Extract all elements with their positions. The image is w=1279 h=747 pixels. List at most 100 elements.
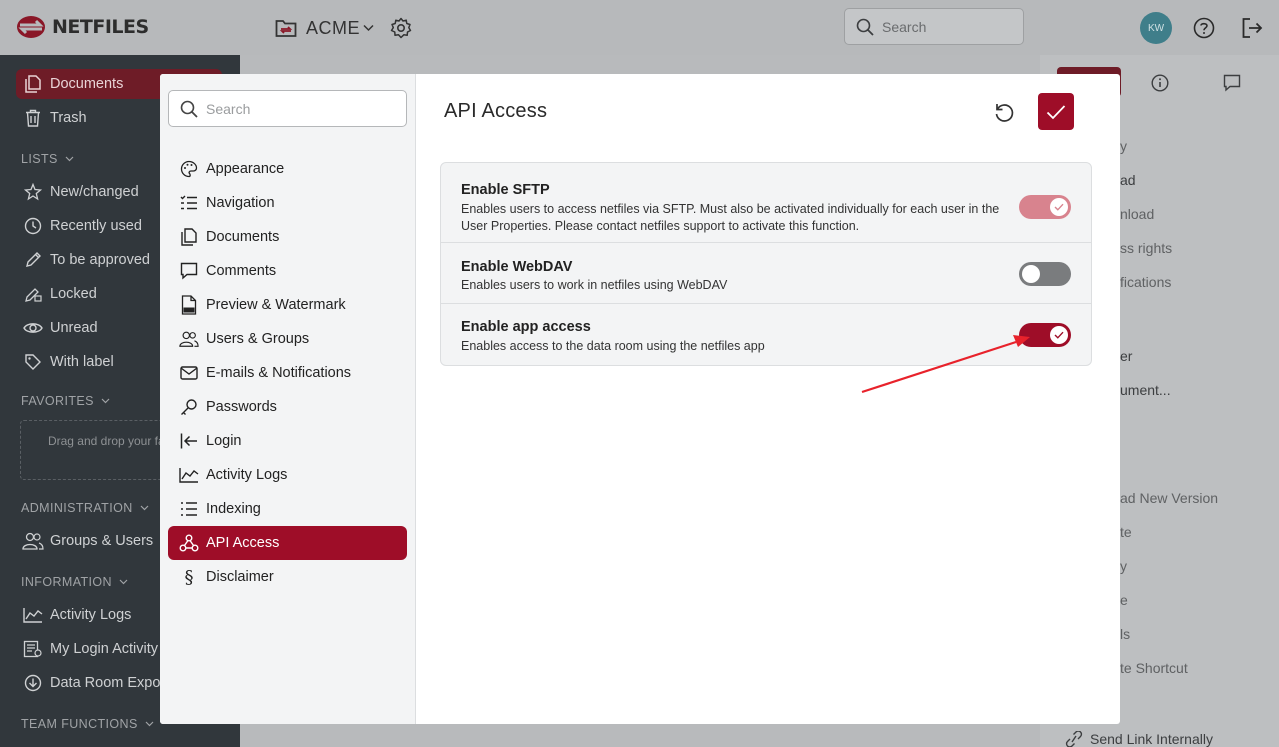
chevron-down-icon	[140, 505, 149, 511]
api-access-settings-card: Enable SFTP Enables users to access netf…	[440, 162, 1092, 366]
setting-row-sftp: Enable SFTP Enables users to access netf…	[441, 163, 1091, 243]
tag-icon	[22, 351, 44, 373]
setting-description: Enables users to access netfiles via SFT…	[461, 202, 1000, 233]
page-title: API Access	[444, 100, 548, 122]
setting-title: Enable SFTP	[461, 182, 550, 198]
nav-section-favorites[interactable]: FAVORITES	[21, 394, 110, 408]
eye-icon	[22, 317, 44, 339]
right-panel-item[interactable]: ument...	[1120, 382, 1171, 398]
settings-menu-navigation[interactable]: Navigation	[168, 186, 407, 220]
nav-section-administration[interactable]: ADMINISTRATION	[21, 501, 149, 515]
right-panel-item: y	[1120, 138, 1127, 154]
setting-description: Enables access to the data room using th…	[461, 339, 765, 353]
documents-icon	[179, 227, 199, 247]
nav-item-label: Locked	[50, 286, 97, 302]
settings-menu-activity-logs[interactable]: Activity Logs	[168, 458, 407, 492]
global-search-input[interactable]: Search	[844, 8, 1024, 45]
login-activity-icon	[22, 638, 44, 660]
settings-menu-appearance[interactable]: Appearance	[168, 152, 407, 186]
settings-menu-passwords[interactable]: Passwords	[168, 390, 407, 424]
checkmark-icon	[1054, 203, 1064, 211]
right-panel-item[interactable]: er	[1120, 348, 1132, 364]
undo-icon[interactable]	[992, 100, 1016, 124]
gear-icon[interactable]	[390, 17, 412, 44]
netfiles-logo[interactable]: NETFILES	[16, 13, 149, 41]
right-panel-item[interactable]: te	[1120, 524, 1132, 540]
pdf-icon	[179, 295, 199, 315]
navigation-list-icon	[179, 193, 199, 213]
settings-menu-label: Users & Groups	[206, 331, 310, 347]
mail-icon	[179, 363, 199, 383]
settings-menu-comments[interactable]: Comments	[168, 254, 407, 288]
settings-search-input[interactable]: Search	[168, 90, 407, 127]
webdav-toggle[interactable]	[1019, 262, 1071, 286]
settings-modal: Search Appearance Navigation Documents C…	[160, 74, 1120, 724]
nav-item-label: To be approved	[50, 252, 150, 268]
nav-item-label: My Login Activity	[50, 641, 158, 657]
netfiles-logo-icon	[16, 15, 46, 39]
clock-icon	[22, 215, 44, 237]
workspace-switcher[interactable]: ACME	[275, 14, 374, 42]
send-link-label: Send Link Internally	[1090, 731, 1213, 747]
right-panel-item[interactable]: ss rights	[1120, 240, 1172, 256]
user-avatar[interactable]: KW	[1140, 12, 1172, 44]
settings-menu-label: Appearance	[206, 161, 285, 177]
nav-item-label: Data Room Expor	[50, 675, 166, 691]
section-label: LISTS	[21, 152, 58, 166]
settings-menu-documents[interactable]: Documents	[168, 220, 407, 254]
list-icon	[179, 499, 199, 519]
toggle-knob	[1050, 326, 1068, 344]
logout-icon[interactable]	[1240, 16, 1264, 45]
chevron-down-icon	[65, 156, 74, 162]
folder-icon	[275, 20, 297, 37]
activity-icon	[22, 604, 44, 626]
settings-menu-preview-watermark[interactable]: Preview & Watermark	[168, 288, 407, 322]
help-icon[interactable]	[1193, 17, 1215, 44]
nav-section-information[interactable]: INFORMATION	[21, 575, 128, 589]
right-panel-item[interactable]: ad	[1120, 172, 1136, 188]
app-access-toggle[interactable]	[1019, 323, 1071, 347]
settings-menu-emails-notifications[interactable]: E-mails & Notifications	[168, 356, 407, 390]
toggle-knob	[1022, 265, 1040, 283]
right-panel-item[interactable]: ad New Version	[1120, 490, 1218, 506]
right-panel-item[interactable]: y	[1120, 558, 1127, 574]
settings-menu-label: API Access	[206, 535, 280, 551]
sftp-toggle[interactable]	[1019, 195, 1071, 219]
setting-description: Enables users to work in netfiles using …	[461, 278, 728, 292]
settings-menu-indexing[interactable]: Indexing	[168, 492, 407, 526]
comment-icon[interactable]	[1223, 74, 1241, 97]
settings-menu-label: Comments	[206, 263, 277, 279]
section-label: INFORMATION	[21, 575, 112, 589]
info-icon[interactable]	[1151, 74, 1169, 97]
save-button[interactable]	[1038, 93, 1074, 130]
nav-section-team-functions[interactable]: TEAM FUNCTIONS	[21, 717, 154, 731]
chevron-down-icon	[145, 721, 154, 727]
right-panel-item[interactable]: fications	[1120, 274, 1171, 290]
settings-menu-label: Indexing	[206, 501, 261, 517]
settings-menu-login[interactable]: Login	[168, 424, 407, 458]
right-panel-item[interactable]: e	[1120, 592, 1128, 608]
key-icon	[179, 397, 199, 417]
setting-row-app-access: Enable app access Enables access to the …	[441, 304, 1091, 365]
right-panel-item[interactable]: ls	[1120, 626, 1130, 642]
settings-menu-label: E-mails & Notifications	[206, 365, 352, 381]
section-label: TEAM FUNCTIONS	[21, 717, 138, 731]
right-panel-item[interactable]: te Shortcut	[1120, 660, 1188, 676]
settings-menu-api-access[interactable]: API Access	[168, 526, 407, 560]
settings-menu-users-groups[interactable]: Users & Groups	[168, 322, 407, 356]
chevron-down-icon	[363, 24, 374, 32]
settings-menu-label: Activity Logs	[206, 467, 288, 483]
send-link-internally[interactable]: Send Link Internally	[1064, 731, 1213, 747]
global-search-placeholder: Search	[882, 18, 927, 35]
settings-menu-label: Navigation	[206, 195, 275, 211]
workspace-name: ACME	[306, 17, 361, 38]
nav-section-lists[interactable]: LISTS	[21, 152, 74, 166]
settings-menu-disclaimer[interactable]: § Disclaimer	[168, 560, 407, 594]
lock-edit-icon	[22, 283, 44, 305]
right-panel-item[interactable]: nload	[1120, 206, 1154, 222]
checkmark-icon	[1054, 331, 1064, 339]
webhook-icon	[179, 533, 199, 553]
users-icon	[179, 329, 199, 349]
download-icon	[22, 672, 44, 694]
top-bar: NETFILES ACME Search KW	[0, 0, 1279, 55]
